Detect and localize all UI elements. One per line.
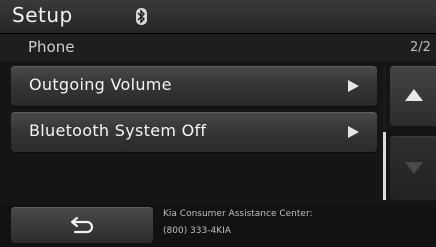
title-bar: Setup: [0, 0, 436, 34]
assistance-center-label: Kia Consumer Assistance Center:: [163, 209, 313, 219]
page-indicator: 2/2: [410, 40, 431, 55]
back-button[interactable]: [11, 207, 153, 243]
right-arrow-icon: [348, 80, 359, 92]
right-arrow-icon: [348, 126, 359, 138]
page-title: Setup: [12, 3, 73, 27]
section-title: Phone: [28, 38, 75, 56]
menu-item-outgoing-volume[interactable]: Outgoing Volume: [11, 66, 377, 106]
menu-item-bluetooth-system-off[interactable]: Bluetooth System Off: [11, 112, 377, 152]
bluetooth-icon: [136, 8, 147, 25]
menu-item-label: Outgoing Volume: [29, 75, 172, 94]
scroll-down-button[interactable]: [390, 136, 436, 200]
up-triangle-icon: [405, 89, 423, 101]
assistance-phone-number: (800) 333-4KIA: [163, 226, 231, 236]
back-arrow-icon: [70, 216, 94, 234]
setup-phone-screen: Setup Phone 2/2 Outgoing Volume Bluetoot…: [0, 0, 436, 247]
scroll-up-button[interactable]: [390, 66, 436, 126]
section-header: Phone 2/2: [0, 34, 436, 61]
scrollbar-thumb[interactable]: [383, 132, 386, 200]
down-triangle-icon: [405, 162, 423, 174]
menu-item-label: Bluetooth System Off: [29, 121, 207, 140]
